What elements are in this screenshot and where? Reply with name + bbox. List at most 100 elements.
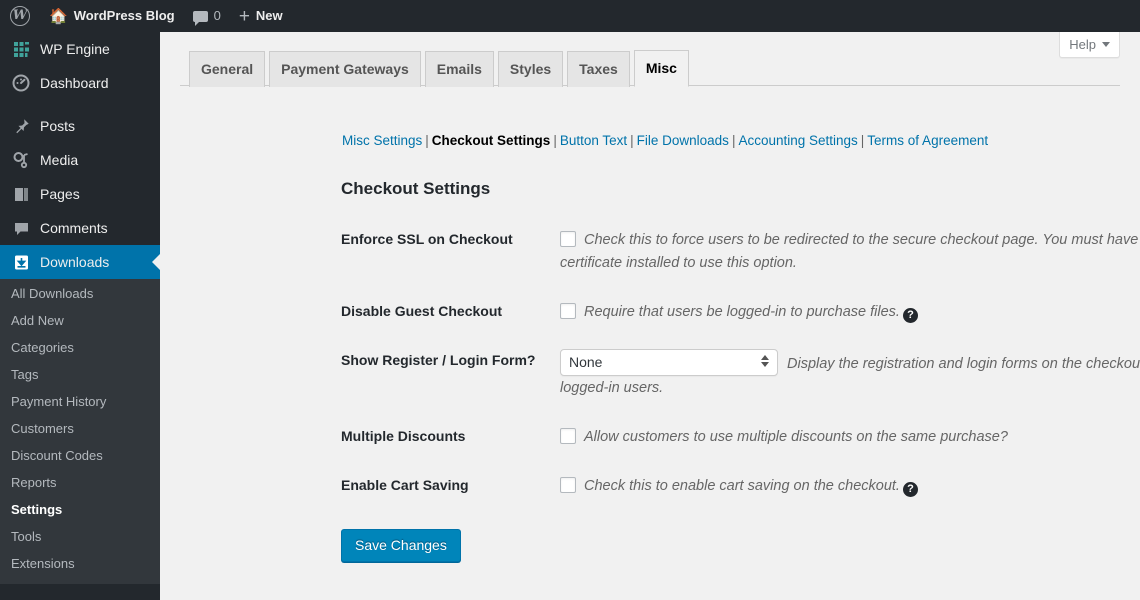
sidebar-item-dashboard[interactable]: Dashboard: [0, 66, 160, 100]
adminbar-new-label: New: [255, 8, 283, 23]
row-field: Require that users be logged-in to purch…: [560, 300, 1140, 323]
tab-payment-gateways[interactable]: Payment Gateways: [269, 51, 421, 87]
sidebar-item-media[interactable]: Media: [0, 143, 160, 177]
subnav-separator: |: [731, 133, 736, 148]
home-icon: 🏠: [49, 7, 68, 25]
subnav-accounting-settings[interactable]: Accounting Settings: [738, 133, 857, 148]
subnav-separator: |: [425, 133, 429, 148]
tab-emails[interactable]: Emails: [424, 51, 494, 87]
adminbar-site-name-label: WordPress Blog: [73, 8, 175, 23]
tab-taxes[interactable]: Taxes: [567, 51, 630, 87]
wpengine-grid-icon: [11, 39, 31, 59]
help-question-icon[interactable]: ?: [902, 308, 918, 323]
row-label: Disable Guest Checkout: [341, 303, 503, 319]
enforce-ssl-checkbox[interactable]: [560, 231, 576, 247]
main-content: Help General Payment Gateways Emails Sty…: [160, 32, 1140, 600]
settings-row-multiple-discounts: Multiple Discounts Allow customers to us…: [341, 425, 1140, 448]
comment-bubble-icon: [11, 218, 31, 238]
dashboard-gauge-icon: [11, 73, 31, 93]
admin-sidebar: WP Engine Dashboard Posts Media Pages Co…: [0, 32, 160, 600]
settings-row-enforce-ssl: Enforce SSL on Checkout Check this to fo…: [341, 228, 1140, 274]
sidebar-item-label: Pages: [40, 186, 80, 202]
subnav-separator: |: [553, 133, 557, 148]
sidebar-item-posts[interactable]: Posts: [0, 109, 160, 143]
subnav-file-downloads[interactable]: File Downloads: [637, 133, 729, 148]
adminbar-comments[interactable]: 0: [184, 0, 230, 32]
sidebar-item-label: Downloads: [40, 254, 110, 270]
row-label: Show Register / Login Form?: [341, 352, 536, 368]
row-label: Multiple Discounts: [341, 428, 466, 444]
download-box-icon: [11, 252, 31, 272]
submenu-item-settings[interactable]: Settings: [0, 496, 160, 523]
plus-icon: +: [238, 5, 250, 27]
multiple-discounts-checkbox[interactable]: [560, 428, 576, 444]
row-field: Check this to enable cart saving on the …: [560, 474, 1140, 497]
stepper-arrows-icon: [760, 354, 769, 371]
checkout-settings-form: Enforce SSL on Checkout Check this to fo…: [341, 228, 1140, 562]
admin-bar: W 🏠 WordPress Blog 0 + New: [0, 0, 1140, 32]
enable-cart-saving-checkbox[interactable]: [560, 477, 576, 493]
settings-row-enable-cart-saving: Enable Cart Saving Check this to enable …: [341, 474, 1140, 497]
comment-bubble-icon: [192, 10, 208, 26]
adminbar-wordpress-logo[interactable]: W: [0, 0, 40, 32]
sidebar-item-pages[interactable]: Pages: [0, 177, 160, 211]
show-register-login-form-select[interactable]: None: [560, 349, 778, 376]
subnav-terms-of-agreement[interactable]: Terms of Agreement: [867, 133, 988, 148]
submenu-item-reports[interactable]: Reports: [0, 469, 160, 496]
submenu-item-tools[interactable]: Tools: [0, 523, 160, 550]
chevron-down-icon: [1102, 42, 1110, 47]
subnav-separator: |: [860, 133, 865, 148]
row-label: Enforce SSL on Checkout: [341, 231, 513, 247]
sidebar-item-label: WP Engine: [40, 41, 110, 57]
submenu-item-tags[interactable]: Tags: [0, 361, 160, 388]
media-icon: [11, 150, 31, 170]
wordpress-logo-icon: W: [10, 6, 30, 26]
submenu-item-all-downloads[interactable]: All Downloads: [0, 280, 160, 307]
pages-icon: [11, 184, 31, 204]
adminbar-new-content[interactable]: + New: [230, 0, 292, 32]
page-title: Checkout Settings: [341, 179, 491, 198]
adminbar-comments-count: 0: [213, 8, 221, 23]
sidebar-item-comments[interactable]: Comments: [0, 211, 160, 245]
sub-navigation: Misc Settings | Checkout Settings | Button T…: [342, 132, 988, 149]
row-description: Allow customers to use multiple discount…: [584, 429, 1008, 445]
settings-row-show-register-login-form: Show Register / Login Form? None Display…: [341, 349, 1140, 399]
submenu-item-extensions[interactable]: Extensions: [0, 550, 160, 577]
submenu-item-categories[interactable]: Categories: [0, 334, 160, 361]
sidebar-submenu-downloads: All Downloads Add New Categories Tags Pa…: [0, 279, 160, 584]
settings-tabs: General Payment Gateways Emails Styles T…: [180, 50, 1120, 87]
sidebar-item-label: Media: [40, 152, 79, 168]
tab-styles[interactable]: Styles: [497, 51, 564, 87]
sidebar-item-label: Comments: [40, 220, 108, 236]
sidebar-divider: [0, 100, 160, 109]
submenu-item-payment-history[interactable]: Payment History: [0, 388, 160, 415]
disable-guest-checkout-checkbox[interactable]: [560, 303, 576, 319]
row-label: Enable Cart Saving: [341, 477, 469, 493]
settings-row-disable-guest-checkout: Disable Guest Checkout Require that user…: [341, 300, 1140, 323]
row-description: Check this to enable cart saving on the …: [584, 478, 900, 494]
subnav-separator: |: [630, 133, 634, 148]
sidebar-item-label: Posts: [40, 118, 76, 134]
subnav-button-text[interactable]: Button Text: [560, 133, 627, 148]
submit-row: Save Changes: [341, 529, 1140, 562]
subnav-checkout-settings[interactable]: Checkout Settings: [432, 133, 551, 148]
submenu-item-customers[interactable]: Customers: [0, 415, 160, 442]
sidebar-item-wp-engine[interactable]: WP Engine: [0, 32, 160, 66]
select-selected-value: None: [569, 354, 603, 370]
row-field: None Display the registration and login …: [560, 349, 1140, 399]
save-changes-button[interactable]: Save Changes: [341, 529, 461, 562]
pin-icon: [11, 116, 31, 136]
tab-general[interactable]: General: [189, 51, 266, 87]
sidebar-item-label: Dashboard: [40, 75, 109, 91]
sidebar-item-downloads[interactable]: Downloads: [0, 245, 160, 279]
help-question-icon[interactable]: ?: [902, 482, 918, 497]
row-description: Require that users be logged-in to purch…: [584, 304, 900, 320]
row-field: Check this to force users to be redirect…: [560, 228, 1140, 274]
tab-misc[interactable]: Misc: [633, 50, 689, 87]
submenu-item-add-new[interactable]: Add New: [0, 307, 160, 334]
row-field: Allow customers to use multiple discount…: [560, 425, 1140, 448]
subnav-misc-settings[interactable]: Misc Settings: [342, 133, 422, 148]
adminbar-site-name[interactable]: 🏠 WordPress Blog: [40, 0, 184, 32]
row-description: Check this to force users to be redirect…: [560, 232, 1140, 271]
submenu-item-discount-codes[interactable]: Discount Codes: [0, 442, 160, 469]
